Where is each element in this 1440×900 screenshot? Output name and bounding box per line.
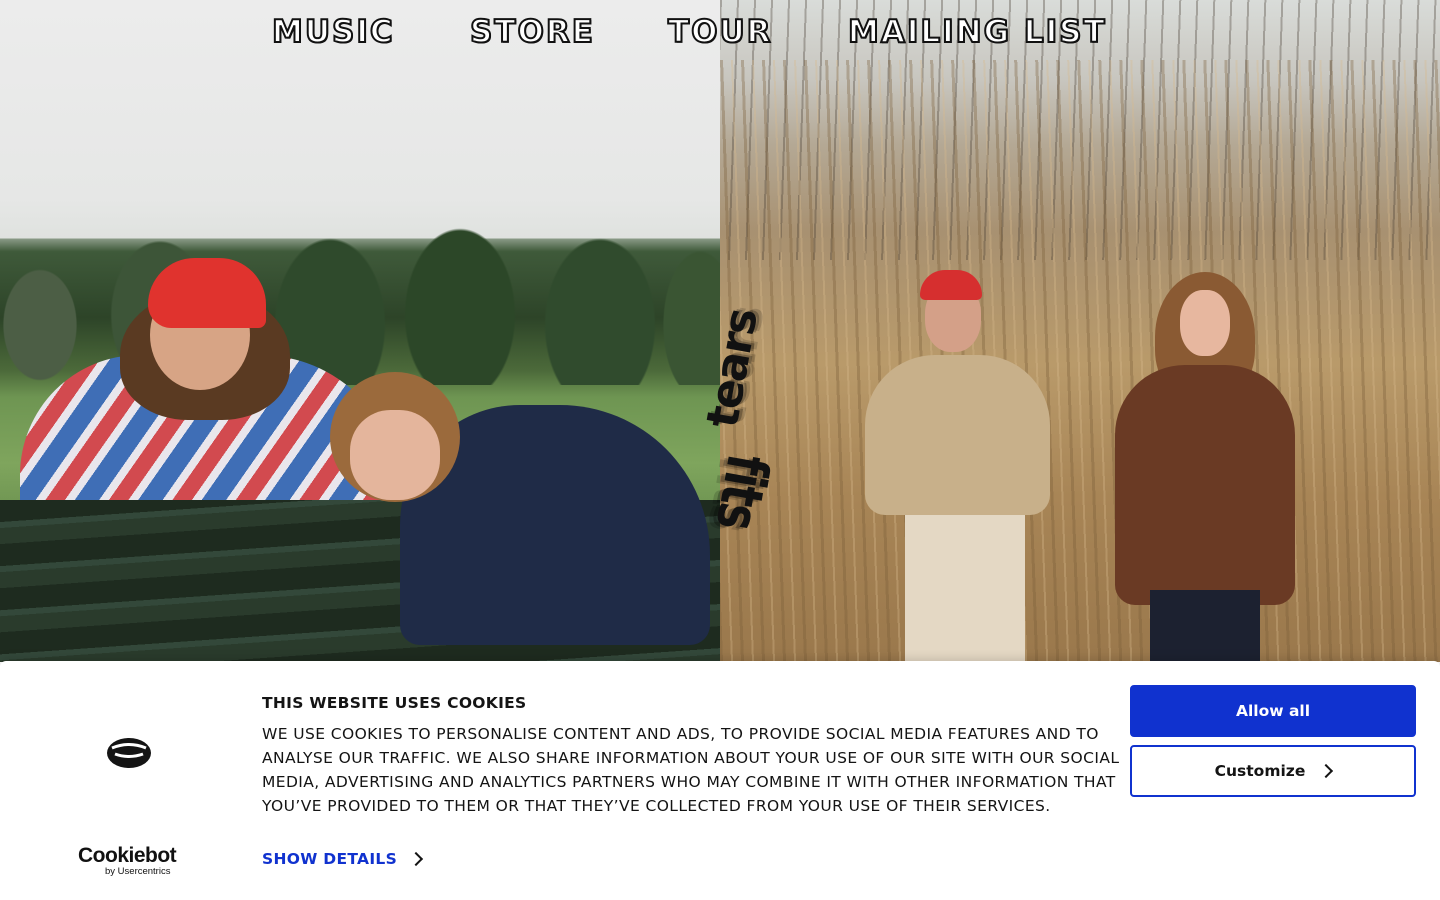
cookie-consent-banner: Cookiebot by Usercentrics THIS WEBSITE U… (0, 661, 1440, 900)
show-details-label: SHOW DETAILS (262, 850, 398, 868)
cookiebot-logo: Cookiebot by Usercentrics (78, 845, 188, 877)
main-nav: MUSIC STORE TOUR MAILING LIST (0, 12, 1440, 52)
cookiebot-byline: by Usercentrics (105, 866, 171, 877)
hero-photo-right (720, 0, 1440, 662)
band-logo[interactable]: tears fits (692, 305, 792, 615)
nav-mailing-list-link[interactable]: MAILING LIST (847, 12, 1107, 52)
allow-all-button[interactable]: Allow all (1130, 685, 1416, 737)
chevron-right-icon (1319, 763, 1334, 779)
customize-button[interactable]: Customize (1130, 745, 1416, 797)
nav-tour-link[interactable]: TOUR (667, 12, 773, 52)
nav-music-link[interactable]: MUSIC (271, 12, 395, 52)
cookie-description: WE USE COOKIES TO PERSONALISE CONTENT AN… (262, 725, 1120, 815)
cookie-title: THIS WEBSITE USES COOKIES (262, 694, 527, 712)
cookiebot-name: Cookiebot (78, 844, 177, 867)
band-logo-word-1: tears (696, 306, 768, 432)
nav-store-link[interactable]: STORE (469, 12, 595, 52)
cookie-icon (107, 738, 151, 768)
chevron-right-icon (408, 851, 424, 867)
hero-section: tears fits (0, 0, 1440, 662)
show-details-link[interactable]: SHOW DETAILS (262, 850, 424, 868)
band-logo-word-2: fits (702, 449, 782, 534)
customize-label: Customize (1214, 762, 1306, 780)
